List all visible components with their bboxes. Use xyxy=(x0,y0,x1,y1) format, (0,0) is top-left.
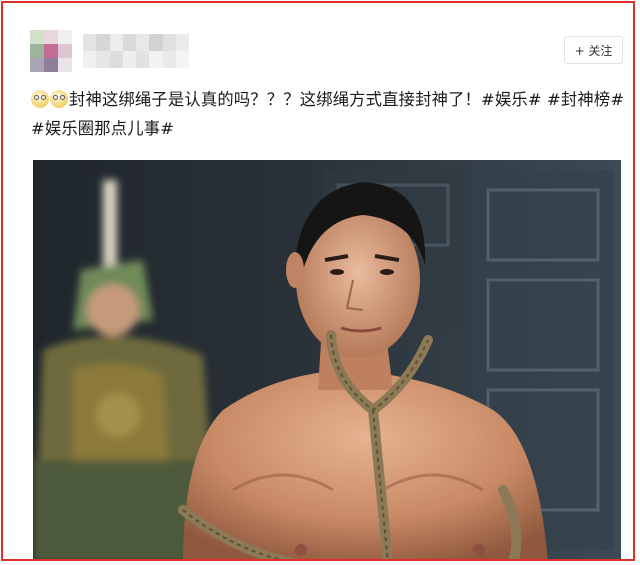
post-body-text: 封神这绑绳子是认真的吗？？？这绑绳方式直接封神了！#娱乐# #封神榜# #娱乐圈… xyxy=(31,90,625,138)
username-blurred[interactable] xyxy=(83,34,189,68)
follow-button[interactable]: + 关注 xyxy=(564,36,623,64)
post-text: 封神这绑绳子是认真的吗？？？这绑绳方式直接封神了！#娱乐# #封神榜# #娱乐圈… xyxy=(31,85,627,143)
follow-label: + 关注 xyxy=(574,43,613,58)
avatar[interactable] xyxy=(30,30,72,72)
post-image-illustration xyxy=(33,160,621,559)
post-image[interactable] xyxy=(33,160,621,559)
dizzy-face-icon xyxy=(31,90,49,108)
weibo-post-card: + 关注 封神这绑绳子是认真的吗？？？这绑绳方式直接封神了！#娱乐# #封神榜#… xyxy=(1,1,635,561)
dizzy-face-icon xyxy=(50,90,68,108)
